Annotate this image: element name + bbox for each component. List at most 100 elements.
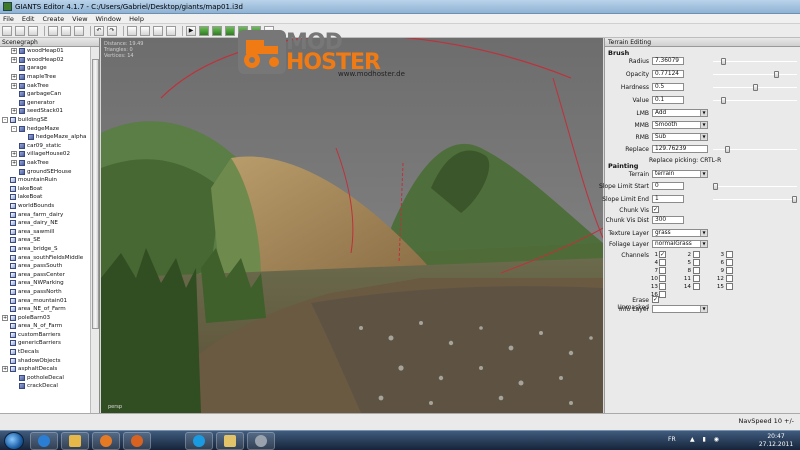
tree-node[interactable]: mountainRuin xyxy=(0,176,91,185)
rmb-select[interactable]: Sub ▼ xyxy=(652,133,708,141)
tree-node[interactable]: crackDecal xyxy=(0,382,91,391)
tree-node[interactable]: area_NWParking xyxy=(0,279,91,288)
hardness-field[interactable]: 0.5 xyxy=(652,83,684,91)
expand-icon[interactable]: + xyxy=(11,56,17,63)
tree-node[interactable]: garage xyxy=(0,64,91,73)
tree-node[interactable]: + villageHouse02 xyxy=(0,150,91,159)
taskbar-explorer[interactable] xyxy=(61,432,89,450)
new-icon[interactable] xyxy=(2,25,12,36)
taskbar-skype[interactable] xyxy=(185,432,213,450)
info-layer-select[interactable]: ▼ xyxy=(652,305,708,313)
undo-icon[interactable]: ↶ xyxy=(94,25,104,36)
tree-node[interactable]: + mapleTree xyxy=(0,73,91,82)
expand-icon[interactable]: + xyxy=(11,151,17,158)
erase-unmasked-checkbox[interactable]: ✓ xyxy=(652,296,659,303)
channel-checkbox[interactable] xyxy=(659,259,666,266)
slider-knob[interactable] xyxy=(752,84,758,91)
start-button[interactable] xyxy=(4,432,24,450)
slope-start-slider[interactable] xyxy=(713,182,797,191)
value-slider[interactable] xyxy=(713,96,797,105)
channel-checkbox[interactable] xyxy=(659,291,666,298)
taskbar-giants-editor[interactable] xyxy=(216,432,244,450)
tree-node[interactable]: area_NE_of_Farm xyxy=(0,305,91,314)
slider-knob[interactable] xyxy=(792,196,797,203)
channel-checkbox[interactable]: ✓ xyxy=(659,251,666,258)
slope-start-field[interactable]: 0 xyxy=(652,182,684,190)
chunk-vis-dist-field[interactable]: 300 xyxy=(652,216,684,224)
tree-node[interactable]: area_SE xyxy=(0,236,91,245)
expand-icon[interactable]: + xyxy=(11,108,17,115)
open-icon[interactable] xyxy=(15,25,25,36)
tree-node[interactable]: groundSEHouse xyxy=(0,167,91,176)
expand-icon[interactable]: + xyxy=(11,82,17,89)
slider-knob[interactable] xyxy=(720,58,726,65)
taskbar-firefox[interactable] xyxy=(123,432,151,450)
radius-field[interactable]: 7.36079 xyxy=(652,57,684,65)
tree-node[interactable]: area_sawmill xyxy=(0,227,91,236)
tree-node[interactable]: + oakTree xyxy=(0,159,91,168)
channel-checkbox[interactable] xyxy=(693,267,700,274)
move-icon[interactable] xyxy=(140,25,150,36)
channel-checkbox[interactable] xyxy=(726,275,733,282)
tree-node[interactable]: area_passCenter xyxy=(0,270,91,279)
terrain-paint-icon[interactable] xyxy=(212,25,222,36)
tree-node[interactable]: - hedgeMaze xyxy=(0,124,91,133)
mmb-select[interactable]: Smooth ▼ xyxy=(652,121,708,129)
channel-checkbox[interactable] xyxy=(659,275,666,282)
tree-node[interactable]: tDecals xyxy=(0,348,91,357)
replace-slider[interactable] xyxy=(713,145,797,154)
menu-create[interactable]: Create xyxy=(42,15,64,23)
expand-icon[interactable]: + xyxy=(11,74,17,81)
channel-checkbox[interactable] xyxy=(726,259,733,266)
tree-node[interactable]: generator xyxy=(0,99,91,108)
scenegraph-scrollbar[interactable] xyxy=(90,47,99,430)
channel-checkbox[interactable] xyxy=(693,275,700,282)
tree-node[interactable]: area_passNorth xyxy=(0,288,91,297)
expand-icon[interactable]: + xyxy=(2,314,8,321)
tree-node[interactable]: - buildingSE xyxy=(0,116,91,125)
tree-node[interactable]: area_bridge_S xyxy=(0,245,91,254)
tree-node[interactable]: hedgeMaze_alpha xyxy=(0,133,91,142)
play-icon[interactable]: ▶ xyxy=(186,25,196,36)
channel-checkbox[interactable] xyxy=(693,251,700,258)
paste-icon[interactable] xyxy=(74,25,84,36)
collapse-icon[interactable]: - xyxy=(2,117,8,124)
tree-node[interactable]: worldBounds xyxy=(0,202,91,211)
slider-knob[interactable] xyxy=(720,97,726,104)
tree-node[interactable]: area_N_of_Farm xyxy=(0,322,91,331)
rotate-icon[interactable] xyxy=(153,25,163,36)
radius-slider[interactable] xyxy=(713,57,797,66)
tree-node[interactable]: area_southFieldsMiddle xyxy=(0,253,91,262)
slope-end-slider[interactable] xyxy=(713,195,797,204)
tree-node[interactable]: + asphaltDecals xyxy=(0,365,91,374)
tree-node[interactable]: car09_static xyxy=(0,142,91,151)
taskbar-chrome[interactable] xyxy=(247,432,275,450)
tree-node[interactable]: potholeDecal xyxy=(0,374,91,383)
3d-viewport[interactable]: Distance: 19.49 Triangles: 0 Vertices: 1… xyxy=(101,38,603,413)
menu-view[interactable]: View xyxy=(72,15,87,23)
menu-help[interactable]: Help xyxy=(129,15,144,23)
channel-checkbox[interactable] xyxy=(726,251,733,258)
texture-layer-select[interactable]: grass ▼ xyxy=(652,229,708,237)
scenegraph-tree[interactable]: + woodHeap01 + woodHeap02 garage + mapleTree + o… xyxy=(0,47,91,430)
slider-knob[interactable] xyxy=(713,183,718,190)
tree-node[interactable]: area_mountain01 xyxy=(0,296,91,305)
channel-checkbox[interactable] xyxy=(693,259,700,266)
scrollbar-thumb[interactable] xyxy=(92,59,99,329)
terrain-select[interactable]: terrain ▼ xyxy=(652,170,708,178)
tree-node[interactable]: lakeBoat xyxy=(0,193,91,202)
tree-node[interactable]: + seedStack01 xyxy=(0,107,91,116)
opacity-field[interactable]: 0.77124 xyxy=(652,70,684,78)
tree-node[interactable]: + poleBarn03 xyxy=(0,313,91,322)
replace-field[interactable]: 129.76239 xyxy=(652,145,708,153)
tree-node[interactable]: customBarriers xyxy=(0,331,91,340)
taskbar-media-player[interactable] xyxy=(92,432,120,450)
input-language[interactable]: FR xyxy=(668,436,676,443)
slope-end-field[interactable]: 1 xyxy=(652,195,684,203)
tree-node[interactable]: area_dairy_NE xyxy=(0,219,91,228)
channel-checkbox[interactable] xyxy=(726,283,733,290)
value-field[interactable]: 0.1 xyxy=(652,96,684,104)
expand-icon[interactable]: + xyxy=(11,160,17,167)
save-icon[interactable] xyxy=(28,25,38,36)
select-icon[interactable] xyxy=(127,25,137,36)
